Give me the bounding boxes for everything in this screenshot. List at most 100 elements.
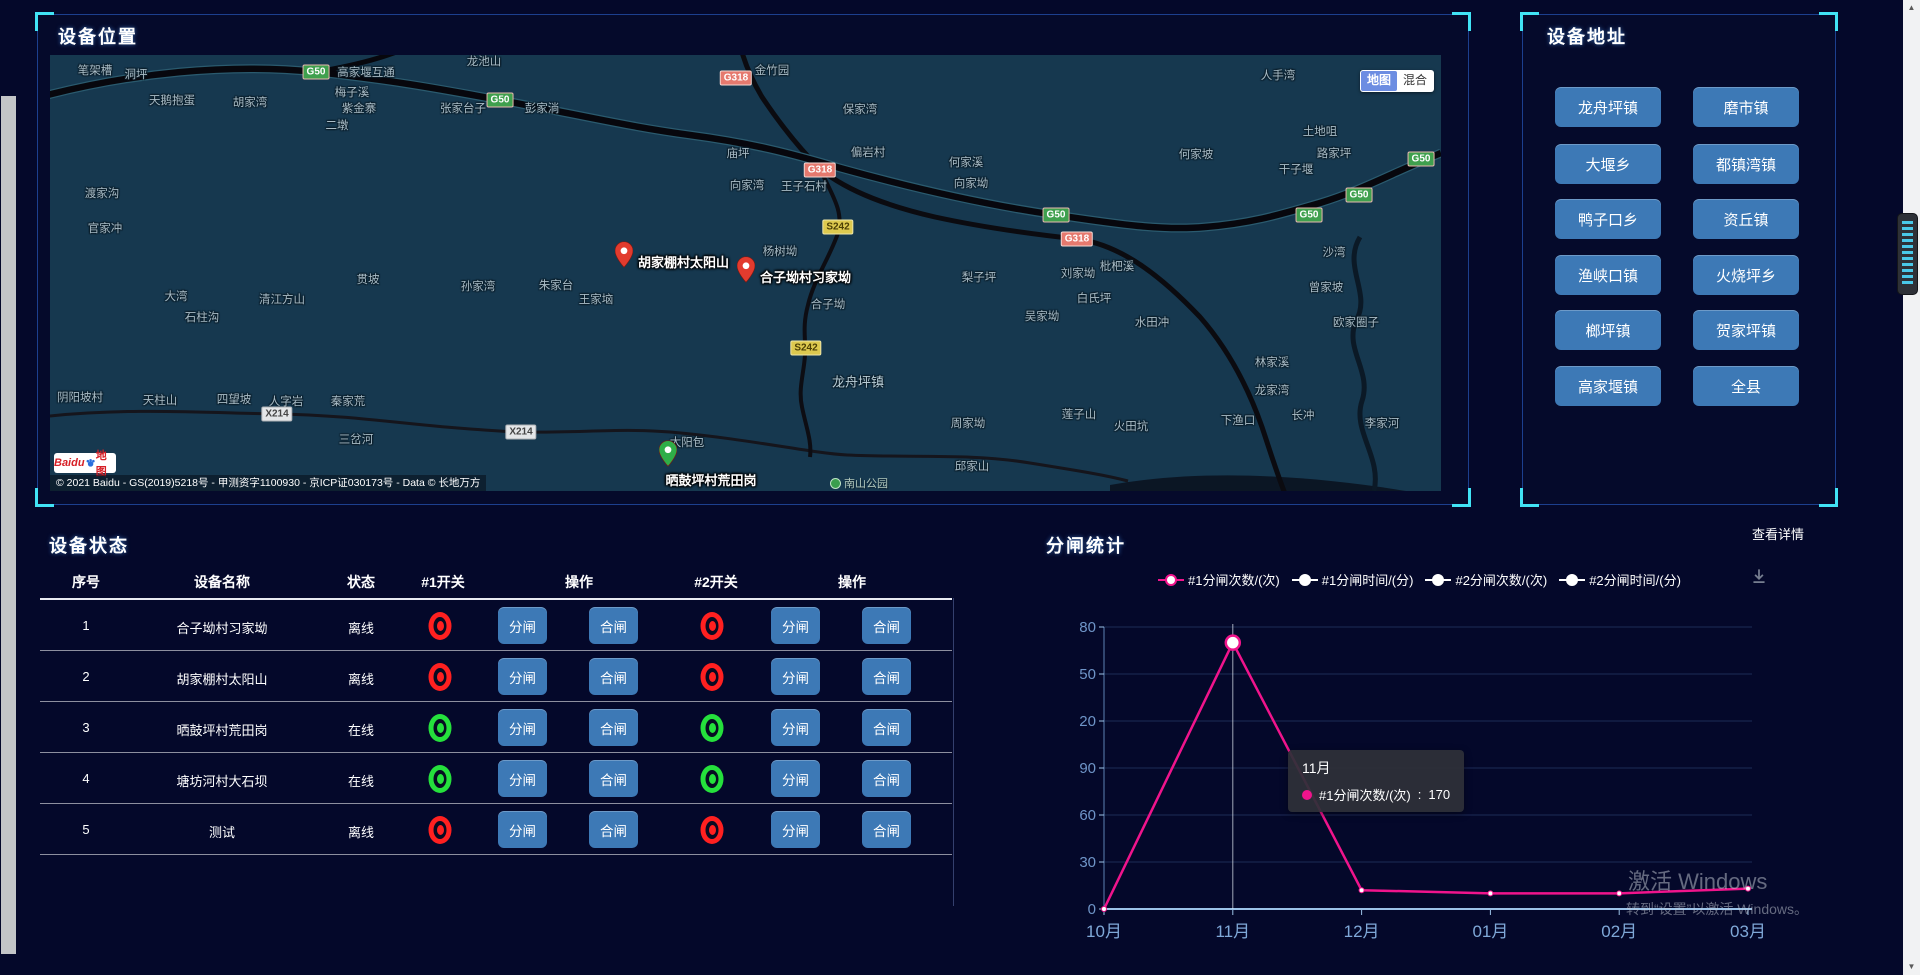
address-button[interactable]: 磨市镇	[1693, 87, 1799, 127]
svg-text:10月: 10月	[1086, 922, 1122, 941]
address-button[interactable]: 高家堰镇	[1555, 366, 1661, 406]
road-badge-g50: G50	[1408, 152, 1435, 167]
download-icon[interactable]	[1749, 566, 1769, 591]
cell-name: 塘坊河村大石坝	[176, 771, 267, 790]
legend-label: #1分闸次数/(次)	[1188, 570, 1280, 589]
switch1-indicator-green	[429, 714, 452, 742]
column-header: 设备名称	[194, 572, 250, 592]
address-button[interactable]: 资丘镇	[1693, 199, 1799, 239]
address-button[interactable]: 火烧坪乡	[1693, 255, 1799, 295]
view-details-link[interactable]: 查看详情	[1752, 524, 1804, 543]
map-marker-pin[interactable]	[659, 440, 677, 467]
open-switch-button[interactable]: 分闸	[498, 658, 547, 695]
address-button[interactable]: 鸭子口乡	[1555, 199, 1661, 239]
scrollbar-down-arrow[interactable]: ▼	[1903, 959, 1920, 975]
cell-name: 晒鼓坪村荒田岗	[176, 720, 267, 739]
close-switch-button[interactable]: 合闸	[589, 607, 638, 644]
map-place-label: 向家湾	[730, 177, 765, 193]
map-place-label: 龙池山	[467, 55, 502, 69]
map-place-label: 张家台子	[440, 100, 486, 116]
close-switch-button[interactable]: 合闸	[862, 658, 911, 695]
open-switch-button[interactable]: 分闸	[498, 811, 547, 848]
road-badge-g50: G50	[303, 65, 330, 80]
scrollbar-track[interactable]: ▲ ▼	[1903, 0, 1920, 975]
close-switch-button[interactable]: 合闸	[589, 760, 638, 797]
legend-marker	[1559, 573, 1585, 587]
open-switch-button[interactable]: 分闸	[498, 760, 547, 797]
svg-text:150: 150	[1080, 666, 1096, 683]
road-badge-g50: G50	[1346, 188, 1373, 203]
close-switch-button[interactable]: 合闸	[862, 760, 911, 797]
open-switch-button[interactable]: 分闸	[771, 760, 820, 797]
panel-title-address: 设备地址	[1547, 23, 1627, 49]
map-type-map[interactable]: 地图	[1361, 71, 1397, 91]
windows-watermark: 激活 Windows	[1628, 864, 1767, 896]
map-place-label: 干子堰	[1279, 161, 1314, 177]
legend-item[interactable]: #2分闸次数/(次)	[1425, 570, 1547, 589]
address-button[interactable]: 都镇湾镇	[1693, 144, 1799, 184]
close-switch-button[interactable]: 合闸	[589, 709, 638, 746]
address-button[interactable]: 榔坪镇	[1555, 310, 1661, 350]
road-badge-g50: G50	[487, 93, 514, 108]
open-switch-button[interactable]: 分闸	[771, 607, 820, 644]
scrollbar-up-arrow[interactable]: ▲	[1903, 0, 1920, 16]
cell-status: 离线	[348, 669, 374, 688]
column-header: #1开关	[421, 572, 465, 592]
map-place-label: 刘家坳	[1061, 265, 1096, 281]
address-button[interactable]: 全县	[1693, 366, 1799, 406]
address-button[interactable]: 贺家坪镇	[1693, 310, 1799, 350]
road-badge-g318: G318	[1061, 232, 1093, 247]
map-place-label: 白氏坪	[1077, 290, 1112, 306]
corner-accent	[1452, 12, 1471, 31]
legend-item[interactable]: #2分闸时间/(分)	[1559, 570, 1681, 589]
device-address-panel: 设备地址 龙舟坪镇磨市镇大堰乡都镇湾镇鸭子口乡资丘镇渔峡口镇火烧坪乡榔坪镇贺家坪…	[1522, 14, 1836, 505]
switch2-indicator-red	[701, 612, 724, 640]
table-row: 4塘坊河村大石坝在线分闸合闸分闸合闸	[40, 753, 952, 804]
cell-status: 在线	[348, 771, 374, 790]
map-place-label: 何家坡	[1179, 146, 1214, 162]
close-switch-button[interactable]: 合闸	[862, 709, 911, 746]
corner-accent	[1520, 12, 1539, 31]
chart-legend: #1分闸次数/(次) #1分闸时间/(分) #2分闸次数/(次) #2分闸时间/(分)	[1158, 570, 1681, 589]
open-switch-button[interactable]: 分闸	[498, 709, 547, 746]
legend-label: #2分闸时间/(分)	[1589, 570, 1681, 589]
svg-text:01月: 01月	[1472, 922, 1508, 941]
scrollbar-thumb[interactable]	[1, 96, 16, 954]
open-switch-button[interactable]: 分闸	[498, 607, 547, 644]
map-type-hybrid[interactable]: 混合	[1397, 71, 1433, 91]
map-place-label: 梅子溪	[335, 84, 370, 100]
road-badge-x214: X214	[261, 407, 292, 422]
open-switch-button[interactable]: 分闸	[771, 658, 820, 695]
legend-item[interactable]: #1分闸次数/(次)	[1158, 570, 1280, 589]
switch2-indicator-red	[701, 816, 724, 844]
legend-marker	[1292, 573, 1318, 587]
corner-accent	[35, 12, 54, 31]
svg-text:0: 0	[1088, 901, 1096, 918]
baidu-logo: Baidu 地图	[54, 453, 116, 473]
map-place-label: 三岔河	[339, 431, 374, 447]
baidu-paw-icon	[86, 458, 95, 468]
close-switch-button[interactable]: 合闸	[862, 811, 911, 848]
legend-marker	[1158, 573, 1184, 587]
open-switch-button[interactable]: 分闸	[771, 811, 820, 848]
tooltip-value: 170	[1428, 787, 1450, 802]
table-header: 序号设备名称状态#1开关操作#2开关操作	[40, 564, 952, 600]
address-button[interactable]: 渔峡口镇	[1555, 255, 1661, 295]
map-marker-pin[interactable]	[615, 241, 633, 268]
address-button[interactable]: 大堰乡	[1555, 144, 1661, 184]
legend-item[interactable]: #1分闸时间/(分)	[1292, 570, 1414, 589]
cell-name: 测试	[209, 822, 235, 841]
close-switch-button[interactable]: 合闸	[589, 658, 638, 695]
map-marker-pin[interactable]	[737, 256, 755, 283]
legend-label: #1分闸时间/(分)	[1322, 570, 1414, 589]
close-switch-button[interactable]: 合闸	[862, 607, 911, 644]
cell-name: 胡家棚村太阳山	[176, 669, 267, 688]
close-switch-button[interactable]: 合闸	[589, 811, 638, 848]
address-button[interactable]: 龙舟坪镇	[1555, 87, 1661, 127]
open-switch-button[interactable]: 分闸	[771, 709, 820, 746]
map-place-label: 向家坳	[954, 175, 989, 191]
table-body: 1合子坳村习家坳离线分闸合闸分闸合闸2胡家棚村太阳山离线分闸合闸分闸合闸3晒鼓坪…	[40, 600, 952, 855]
baidu-map[interactable]: 笔架槽洞坪天鹅抱蛋胡家湾高家堰互通龙池山梅子溪紫金寨二墩张家台子彭家淌金竹园保家…	[50, 55, 1441, 491]
map-place-label: 吴家坳	[1025, 308, 1060, 324]
tooltip-series-name: #1分闸次数/(次)	[1319, 785, 1411, 804]
